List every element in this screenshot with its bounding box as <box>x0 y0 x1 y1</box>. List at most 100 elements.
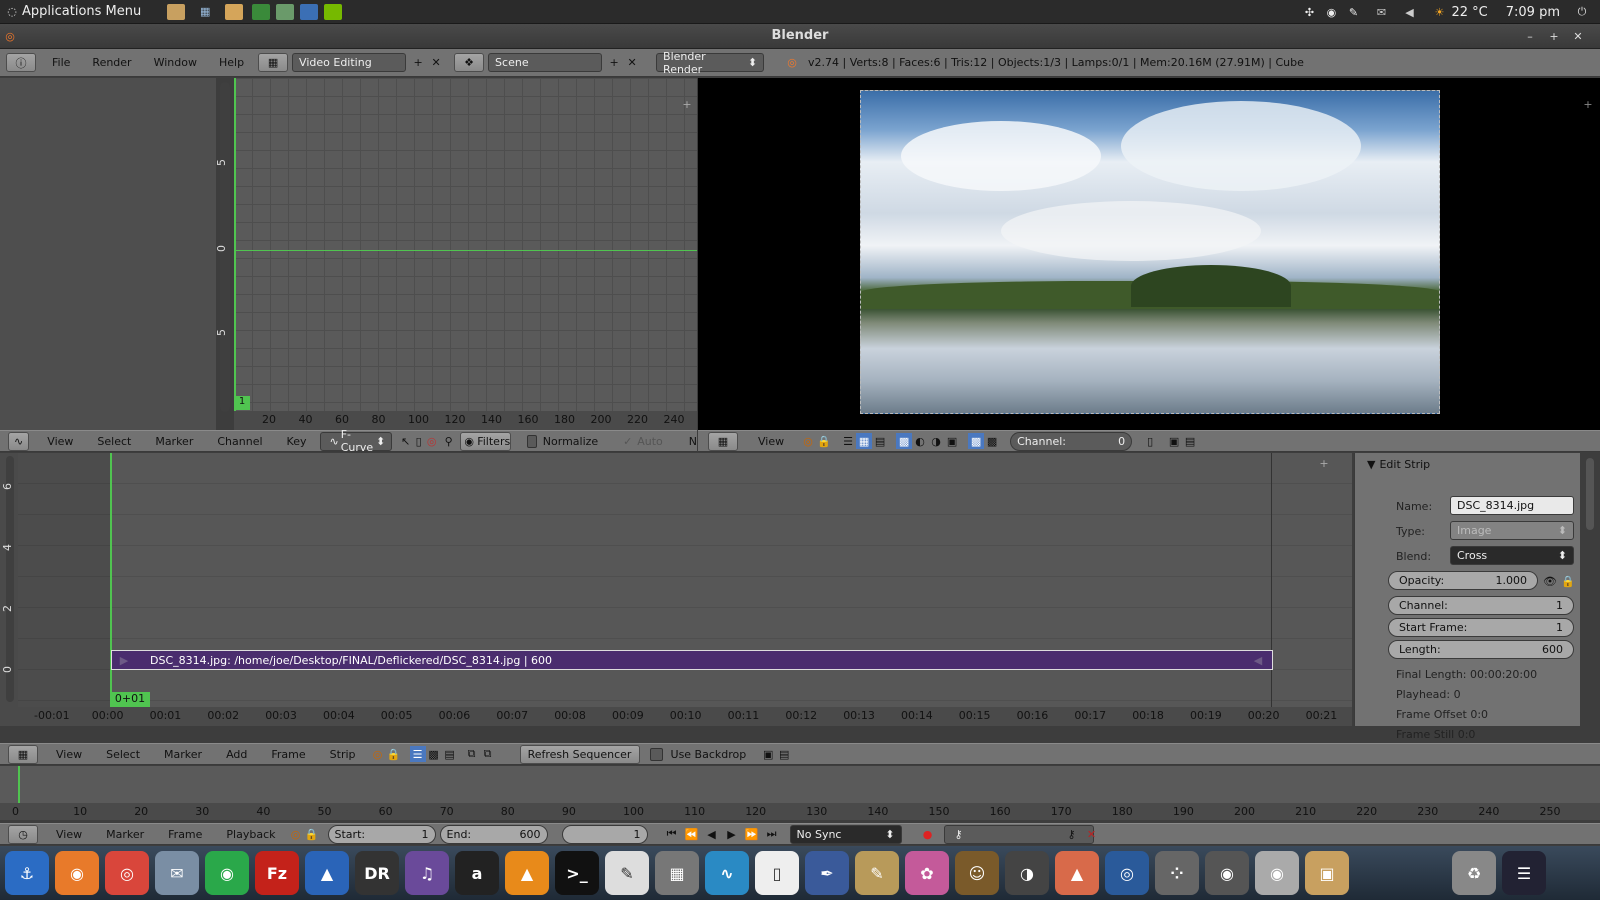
volume-icon[interactable]: ◀ <box>1401 4 1417 20</box>
seq-menu-view[interactable]: View <box>48 748 90 761</box>
next-keyframe-icon[interactable]: ⏩ <box>744 826 760 842</box>
jump-start-icon[interactable]: ⏮ <box>664 826 680 842</box>
view-mode-icon-3[interactable]: ▤ <box>872 433 888 449</box>
eye-icon[interactable]: 👁 <box>1542 573 1558 589</box>
start-frame-input[interactable]: Start: 1 <box>327 824 436 844</box>
display-mode-icon-3[interactable]: ◑ <box>928 433 944 449</box>
menu-window[interactable]: Window <box>146 56 205 69</box>
folder-icon[interactable] <box>167 3 186 20</box>
pivot-icon[interactable]: ◎ <box>426 433 437 449</box>
channel-number-field[interactable]: Channel: 1 <box>1388 596 1574 615</box>
close-icon[interactable]: ✕ <box>1570 28 1586 44</box>
ghost-icon[interactable]: ▯ <box>1142 433 1158 449</box>
lock-icon[interactable]: 🔒 <box>304 826 320 842</box>
panel-title-row[interactable]: ▼ Edit Strip <box>1367 458 1430 471</box>
view-mode-icon-2[interactable]: ▦ <box>856 433 873 449</box>
dock-image-viewer-icon[interactable]: ▲ <box>1055 851 1099 895</box>
display-mode-icon-2[interactable]: ◐ <box>912 433 928 449</box>
dock-eye-icon[interactable]: ◉ <box>1205 851 1249 895</box>
remove-layout-icon[interactable]: ✕ <box>428 55 444 71</box>
dock-paint-icon[interactable]: ✿ <box>905 851 949 895</box>
dock-monitor-icon[interactable]: ∿ <box>705 851 749 895</box>
lock-icon[interactable]: 🔒 <box>816 433 832 449</box>
app-spreadsheet-icon[interactable] <box>276 3 295 20</box>
maximize-icon[interactable]: + <box>1546 28 1562 44</box>
dock-calculator-icon[interactable]: ▦ <box>655 851 699 895</box>
menu-render[interactable]: Render <box>84 56 139 69</box>
zoom-icon[interactable]: ⚲ <box>443 433 454 449</box>
length-field[interactable]: Length: 600 <box>1388 640 1574 659</box>
dock-account-icon[interactable]: a <box>455 851 499 895</box>
preview-add-region-icon[interactable]: + <box>1580 96 1596 112</box>
timeline-canvas[interactable] <box>0 766 1600 804</box>
remove-scene-icon[interactable]: ✕ <box>624 55 640 71</box>
dock-dots-icon[interactable]: ⁘ <box>1155 851 1199 895</box>
seq-menu-strip[interactable]: Strip <box>322 748 364 761</box>
seq-menu-select[interactable]: Select <box>98 748 148 761</box>
copy-icon[interactable]: ⧉ <box>464 746 480 762</box>
strip-right-handle-icon[interactable]: ◀ <box>1250 652 1266 668</box>
editor-type-button[interactable]: ⓘ <box>6 53 36 72</box>
insert-keyframe-icon[interactable]: ⚷ <box>1064 826 1080 842</box>
lock-icon[interactable]: 🔒 <box>386 746 402 762</box>
add-layout-icon[interactable]: + <box>410 55 426 71</box>
preview-menu-view[interactable]: View <box>750 435 792 448</box>
dock-terminal-icon[interactable]: >_ <box>555 851 599 895</box>
dock-audio-icon[interactable]: ♫ <box>405 851 449 895</box>
dock-blue-app-icon[interactable]: ▲ <box>305 851 349 895</box>
refresh-sequencer-button[interactable]: Refresh Sequencer <box>519 744 640 764</box>
dock-document-icon[interactable]: ▯ <box>755 851 799 895</box>
view-mode-icon-3[interactable]: ▤ <box>442 746 458 762</box>
overlay-icon-2[interactable]: ▩ <box>984 433 1000 449</box>
layout-field[interactable]: Video Editing <box>292 53 407 72</box>
use-backdrop-checkbox[interactable] <box>649 747 663 761</box>
files-icon[interactable] <box>225 3 244 20</box>
filters-button[interactable]: ◉ Filters <box>460 431 512 451</box>
seq-menu-marker[interactable]: Marker <box>156 748 210 761</box>
graph-menu-key[interactable]: Key <box>279 435 315 448</box>
auto-checkbox[interactable]: ✓ <box>622 433 633 449</box>
clock[interactable]: 7:09 pm <box>1506 5 1560 20</box>
nvidia-icon[interactable] <box>324 3 343 20</box>
dock-text-editor-icon[interactable]: ✎ <box>605 851 649 895</box>
current-frame-input[interactable]: 1 <box>561 824 648 844</box>
jump-end-icon[interactable]: ⏭ <box>764 826 780 842</box>
refresh-icon[interactable]: ◎ <box>288 826 304 842</box>
layout-type-button[interactable]: ▦ <box>258 53 289 72</box>
delete-keyframe-icon[interactable]: ✕ <box>1084 826 1100 842</box>
dock-mail-icon[interactable]: ✉ <box>155 851 199 895</box>
refresh-icon[interactable]: ◎ <box>370 746 386 762</box>
record-icon[interactable]: ● <box>920 826 936 842</box>
dock-filezilla-icon[interactable]: Fz <box>255 851 299 895</box>
timeline-menu-playback[interactable]: Playback <box>218 828 283 841</box>
menu-file[interactable]: File <box>44 56 78 69</box>
add-scene-icon[interactable]: + <box>606 55 622 71</box>
app-green-icon[interactable] <box>252 3 271 20</box>
start-frame-field[interactable]: Start Frame: 1 <box>1388 618 1574 637</box>
view-mode-icon-1[interactable]: ☰ <box>409 746 426 762</box>
play-reverse-icon[interactable]: ◀ <box>704 826 720 842</box>
dock-app-icon[interactable]: ◉ <box>1255 851 1299 895</box>
dock-blender-icon[interactable]: ◎ <box>1105 851 1149 895</box>
dock-color-wheel-icon[interactable]: ◑ <box>1005 851 1049 895</box>
clapper-icon[interactable]: ▤ <box>1182 433 1198 449</box>
view-mode-icon-2[interactable]: ▩ <box>426 746 442 762</box>
app-photo-icon[interactable] <box>300 3 319 20</box>
sequencer-add-region-icon[interactable]: + <box>1316 455 1332 471</box>
timeline-editor-type-button[interactable]: ◷ <box>8 824 38 844</box>
graph-menu-select[interactable]: Select <box>89 435 139 448</box>
graph-editor-type-button[interactable]: ∿ <box>8 431 30 451</box>
sequencer-editor-type-button[interactable]: ▦ <box>8 744 38 764</box>
lock-icon[interactable]: 🔒 <box>1560 573 1576 589</box>
menu-help[interactable]: Help <box>211 56 252 69</box>
timeline-menu-frame[interactable]: Frame <box>160 828 210 841</box>
render-engine-select[interactable]: Blender Render ⬍ <box>656 50 765 76</box>
normalize-checkbox[interactable] <box>527 434 537 448</box>
dock-inkscape-icon[interactable]: ✒ <box>805 851 849 895</box>
display-mode-icon-4[interactable]: ▣ <box>944 433 960 449</box>
account-icon[interactable]: ◉ <box>1323 4 1339 20</box>
network-icon[interactable]: ▦ <box>197 4 213 20</box>
timeline-menu-view[interactable]: View <box>48 828 90 841</box>
graph-editor-canvas[interactable]: 1 + <box>234 78 697 411</box>
graph-add-region-icon[interactable]: + <box>679 96 695 112</box>
